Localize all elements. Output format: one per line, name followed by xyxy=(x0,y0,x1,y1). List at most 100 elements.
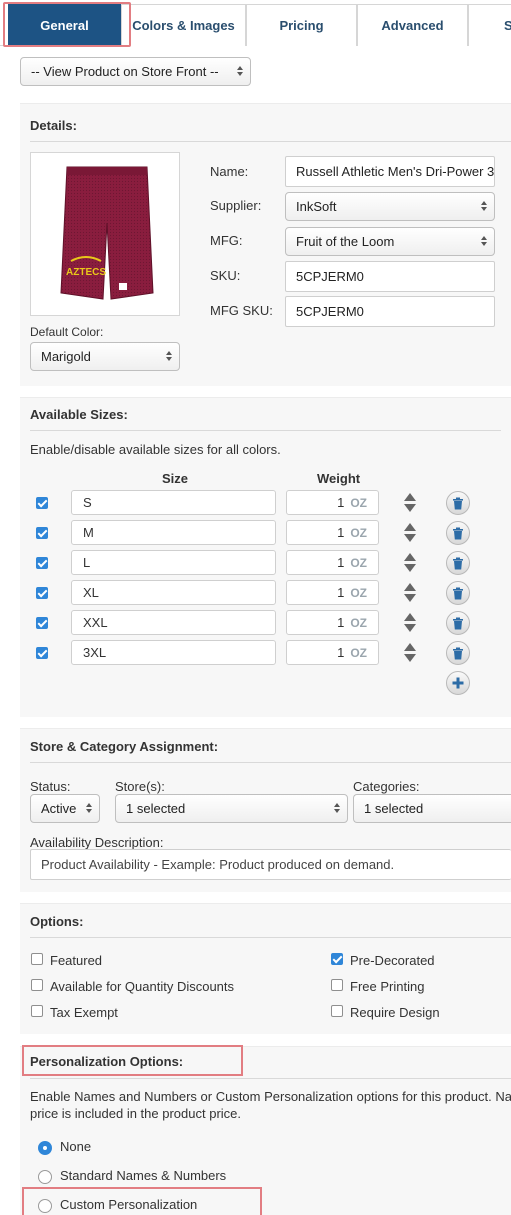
tab-advanced-label: Advanced xyxy=(381,18,444,33)
size-name-field[interactable]: XL xyxy=(71,580,276,605)
status-select-value: Active xyxy=(41,801,77,816)
trash-icon xyxy=(453,557,463,569)
weight-unit: OZ xyxy=(350,555,367,570)
supplier-select[interactable]: InkSoft xyxy=(285,192,495,221)
radio-standard-names-numbers[interactable] xyxy=(38,1170,52,1184)
default-color-select[interactable]: Marigold xyxy=(30,342,180,371)
drag-sort-icon[interactable] xyxy=(404,583,416,603)
size-name-value: 3XL xyxy=(83,645,107,660)
require-design-checkbox[interactable] xyxy=(331,1005,343,1017)
supplier-label: Supplier: xyxy=(210,198,262,213)
size-name-field[interactable]: L xyxy=(71,550,276,575)
stores-select[interactable]: 1 selected xyxy=(115,794,348,823)
sku-field[interactable]: 5CPJERM0 xyxy=(285,261,495,292)
pre-decorated-checkbox[interactable] xyxy=(331,953,343,965)
size-weight-field[interactable]: 1 OZ xyxy=(286,550,379,575)
weight-unit: OZ xyxy=(350,645,367,660)
status-select[interactable]: Active xyxy=(30,794,100,823)
tab-colors-images[interactable]: Colors & Images xyxy=(121,4,246,46)
tab-more-label: S xyxy=(504,18,511,33)
tab-bar: General Colors & Images Pricing Advanced… xyxy=(0,0,511,47)
featured-label: Featured xyxy=(50,953,103,968)
name-field[interactable]: Russell Athletic Men's Dri-Power 3 xyxy=(285,156,495,187)
size-weight-field[interactable]: 1 OZ xyxy=(286,520,379,545)
delete-size-button[interactable] xyxy=(446,521,470,545)
supplier-select-value: InkSoft xyxy=(296,199,337,214)
size-name-value: M xyxy=(83,525,94,540)
product-image: AZTECS xyxy=(30,152,180,316)
size-name-field[interactable]: XXL xyxy=(71,610,276,635)
availability-field[interactable]: Product Availability - Example: Product … xyxy=(30,849,511,880)
tab-advanced[interactable]: Advanced xyxy=(357,4,468,46)
default-color-label: Default Color: xyxy=(30,325,104,339)
trash-icon xyxy=(453,587,463,599)
size-enable-checkbox[interactable] xyxy=(36,617,48,629)
image-logo-text: AZTECS xyxy=(66,267,106,278)
size-weight-value: 1 xyxy=(337,585,345,600)
stores-select-value: 1 selected xyxy=(126,801,186,816)
size-name-field[interactable]: M xyxy=(71,520,276,545)
delete-size-button[interactable] xyxy=(446,581,470,605)
radio-none[interactable] xyxy=(38,1141,52,1155)
tax-exempt-checkbox[interactable] xyxy=(31,1005,43,1017)
general-tab-highlight xyxy=(3,2,131,47)
size-weight-field[interactable]: 1 OZ xyxy=(286,640,379,665)
drag-sort-icon[interactable] xyxy=(404,643,416,663)
status-label: Status: xyxy=(30,779,71,794)
delete-size-button[interactable] xyxy=(446,551,470,575)
free-printing-checkbox[interactable] xyxy=(331,979,343,991)
drag-sort-icon[interactable] xyxy=(404,613,416,633)
delete-size-button[interactable] xyxy=(446,641,470,665)
size-weight-field[interactable]: 1 OZ xyxy=(286,490,379,515)
add-size-button[interactable] xyxy=(446,671,470,695)
delete-size-button[interactable] xyxy=(446,491,470,515)
name-field-value: Russell Athletic Men's Dri-Power 3 xyxy=(296,164,495,179)
size-enable-checkbox[interactable] xyxy=(36,497,48,509)
size-weight-field[interactable]: 1 OZ xyxy=(286,610,379,635)
store-category-divider xyxy=(30,762,511,763)
featured-checkbox[interactable] xyxy=(31,953,43,965)
drag-sort-icon[interactable] xyxy=(404,553,416,573)
sizes-title: Available Sizes: xyxy=(30,407,128,422)
options-title: Options: xyxy=(30,914,84,929)
weight-unit: OZ xyxy=(350,615,367,630)
size-name-field[interactable]: S xyxy=(71,490,276,515)
free-printing-label: Free Printing xyxy=(350,979,425,994)
size-enable-checkbox[interactable] xyxy=(36,557,48,569)
trash-icon xyxy=(453,497,463,509)
weight-unit: OZ xyxy=(350,525,367,540)
options-divider xyxy=(30,937,511,938)
details-divider xyxy=(30,141,511,142)
tab-more[interactable]: S xyxy=(468,4,511,46)
availability-label: Availability Description: xyxy=(30,835,164,850)
store-category-title: Store & Category Assignment: xyxy=(30,739,219,754)
tab-colors-images-label: Colors & Images xyxy=(132,18,235,33)
size-weight-value: 1 xyxy=(337,555,345,570)
tab-pricing[interactable]: Pricing xyxy=(246,4,357,46)
size-weight-value: 1 xyxy=(337,495,345,510)
drag-sort-icon[interactable] xyxy=(404,493,416,513)
weight-unit: OZ xyxy=(350,495,367,510)
drag-sort-icon[interactable] xyxy=(404,523,416,543)
shorts-image: AZTECS xyxy=(60,166,154,300)
mfg-select[interactable]: Fruit of the Loom xyxy=(285,227,495,256)
size-enable-checkbox[interactable] xyxy=(36,527,48,539)
personalization-description-line2: price is included in the product price. xyxy=(30,1106,242,1121)
size-enable-checkbox[interactable] xyxy=(36,647,48,659)
mfg-sku-field[interactable]: 5CPJERM0 xyxy=(285,296,495,327)
trash-icon xyxy=(453,527,463,539)
size-weight-field[interactable]: 1 OZ xyxy=(286,580,379,605)
size-name-field[interactable]: 3XL xyxy=(71,640,276,665)
size-name-value: XL xyxy=(83,585,99,600)
size-enable-checkbox[interactable] xyxy=(36,587,48,599)
quantity-discounts-label: Available for Quantity Discounts xyxy=(50,979,235,994)
delete-size-button[interactable] xyxy=(446,611,470,635)
quantity-discounts-checkbox[interactable] xyxy=(31,979,43,991)
categories-select-value: 1 selected xyxy=(364,801,424,816)
categories-label: Categories: xyxy=(353,779,420,794)
categories-select[interactable]: 1 selected xyxy=(353,794,511,823)
mfg-label: MFG: xyxy=(210,233,243,248)
view-store-front-select[interactable]: -- View Product on Store Front -- xyxy=(20,57,251,86)
sku-field-value: 5CPJERM0 xyxy=(296,269,364,284)
mfg-select-value: Fruit of the Loom xyxy=(296,234,395,249)
